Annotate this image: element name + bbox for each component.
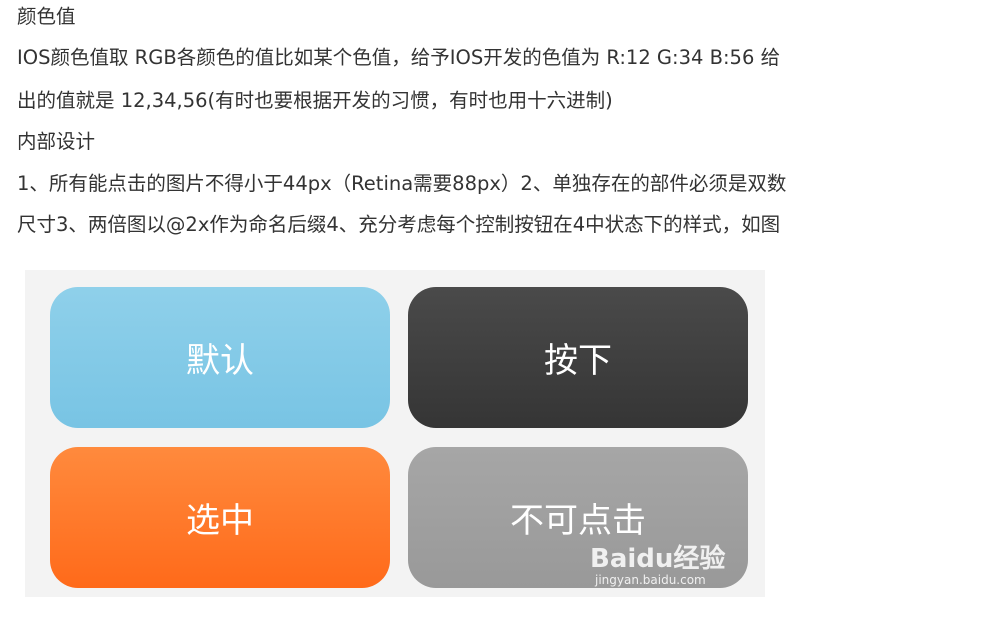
baidu-watermark-url: jingyan.baidu.com	[595, 573, 706, 587]
heading-color-value: 颜色值	[17, 5, 76, 28]
heading-internal-design: 内部设计	[17, 130, 96, 153]
button-selected-state: 选中	[50, 447, 390, 588]
paragraph-line: 1、所有能点击的图片不得小于44px（Retina需要88px）2、单独存在的部…	[17, 172, 787, 195]
paragraph-line: 尺寸3、两倍图以@2x作为命名后缀4、充分考虑每个控制按钮在4中状态下的样式，如…	[17, 213, 781, 236]
paragraph-line: 出的值就是 12,34,56(有时也要根据开发的习惯，有时也用十六进制)	[17, 89, 613, 112]
baidu-watermark: Baidu经验	[590, 544, 726, 574]
button-default-state: 默认	[50, 287, 390, 428]
button-states-figure: 默认 按下 选中 不可点击 Baidu经验 jingyan.baidu.com	[25, 270, 765, 597]
button-pressed-state: 按下	[408, 287, 748, 428]
paragraph-line: IOS颜色值取 RGB各颜色的值比如某个色值，给予IOS开发的色值为 R:12 …	[17, 46, 781, 69]
